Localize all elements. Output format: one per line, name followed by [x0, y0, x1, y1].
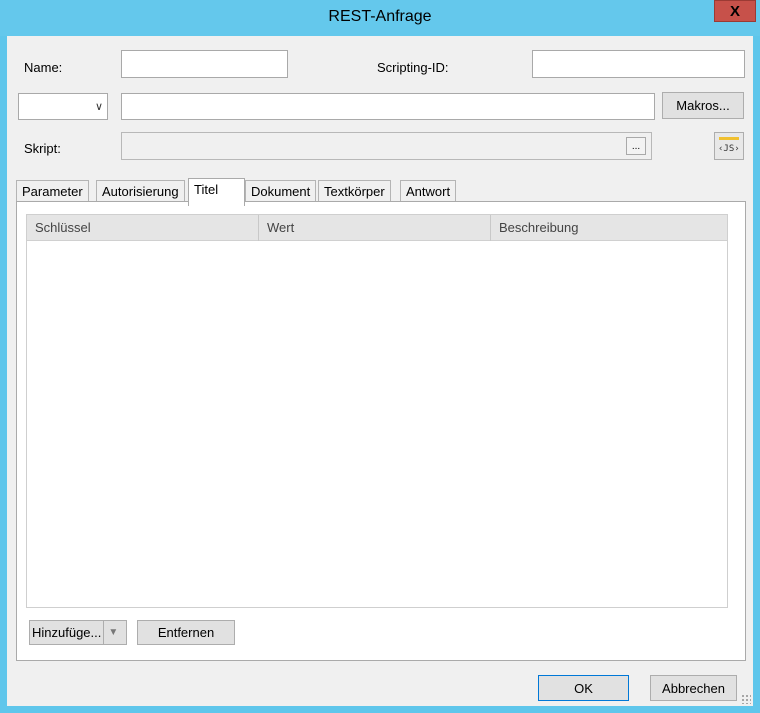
js-icon: ‹JS› [718, 144, 740, 154]
skript-browse-button[interactable]: ... [626, 137, 646, 155]
add-button[interactable]: Hinzufüge... [30, 621, 105, 644]
js-accent-bar [719, 137, 739, 140]
resize-grip-icon[interactable] [741, 694, 751, 704]
skript-field[interactable] [121, 132, 652, 160]
skript-label: Skript: [24, 141, 61, 156]
chevron-down-icon[interactable]: ▼ [104, 627, 122, 638]
javascript-editor-button[interactable]: ‹JS› [714, 132, 744, 160]
ok-button[interactable]: OK [538, 675, 629, 701]
remove-button[interactable]: Entfernen [137, 620, 235, 645]
grid-header: Schlüssel Wert Beschreibung [27, 215, 727, 241]
http-method-select[interactable]: ∨ [18, 93, 108, 120]
column-header-key[interactable]: Schlüssel [27, 215, 259, 241]
name-input[interactable] [121, 50, 288, 78]
makros-button[interactable]: Makros... [662, 92, 744, 119]
url-input[interactable] [121, 93, 655, 120]
close-button[interactable]: X [714, 0, 756, 22]
add-split-button[interactable]: Hinzufüge... ▼ [29, 620, 127, 645]
window-title: REST-Anfrage [328, 8, 432, 25]
cancel-button[interactable]: Abbrechen [650, 675, 737, 701]
close-icon: X [729, 2, 740, 20]
headers-grid[interactable]: Schlüssel Wert Beschreibung [26, 214, 728, 608]
tab-antwort[interactable]: Antwort [400, 180, 457, 203]
tab-titel[interactable]: Titel [188, 178, 245, 206]
dialog-body: Name: Scripting-ID: ∨ Makros... Skript: … [7, 36, 753, 706]
title-bar: REST-Anfrage X [0, 0, 760, 36]
tab-dokument[interactable]: Dokument [245, 180, 317, 203]
tab-parameter[interactable]: Parameter [16, 180, 89, 203]
column-header-description[interactable]: Beschreibung [491, 215, 727, 241]
tab-autorisierung[interactable]: Autorisierung [96, 180, 185, 203]
column-header-value[interactable]: Wert [259, 215, 491, 241]
scripting-id-input[interactable] [532, 50, 745, 78]
chevron-down-icon: ∨ [94, 101, 103, 113]
name-label: Name: [24, 60, 63, 75]
tab-textkoerper[interactable]: Textkörper [318, 180, 391, 203]
scripting-id-label: Scripting-ID: [377, 60, 449, 75]
ellipsis-icon: ... [631, 140, 641, 152]
